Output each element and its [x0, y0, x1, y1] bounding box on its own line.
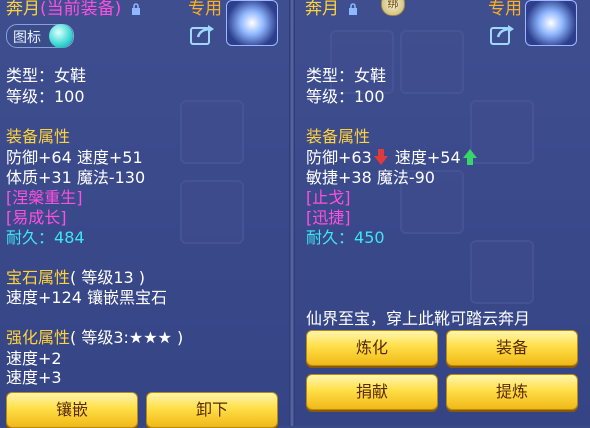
gem-line: 速度+124 镶嵌黑宝石 — [6, 288, 168, 307]
bound-badge: 绑 — [381, 0, 405, 16]
equip-button[interactable]: 装备 — [446, 330, 578, 366]
avatar-icon — [226, 0, 278, 46]
donate-button[interactable]: 捐献 — [306, 374, 438, 410]
toggle-label: 图标 — [13, 30, 41, 46]
item-slogan: 仙界至宝，穿上此靴可踏云奔月 — [306, 309, 531, 328]
extract-button[interactable]: 提炼 — [446, 374, 578, 410]
item-name: 奔月 — [6, 0, 40, 19]
durability-label: 耐久： — [6, 228, 55, 247]
durability-label-right: 耐久： — [306, 228, 355, 247]
durability-line: 耐久：484 — [6, 224, 85, 248]
durability-value: 484 — [54, 228, 85, 247]
avatar-icon — [525, 0, 577, 46]
item-title-right: 奔月 — [305, 0, 358, 19]
enhance-line-2: 速度+3 — [6, 368, 62, 387]
level-line: 等级：100 — [6, 87, 85, 106]
refine-button[interactable]: 炼化 — [306, 330, 438, 366]
durability-value-right: 450 — [354, 228, 385, 247]
icon-toggle[interactable]: 图标 — [6, 24, 74, 48]
bound-badge-label: 绑 — [387, 0, 399, 10]
inlay-button[interactable]: 镶嵌 — [6, 392, 138, 428]
item-title: 奔月(当前装备) — [6, 0, 141, 19]
arrow-up-icon — [462, 149, 477, 165]
exclusive-tag-right: 专用 — [488, 0, 522, 19]
durability-line-right: 耐久：450 — [306, 224, 385, 248]
current-equipment-panel: 奔月(当前装备) 专用 图标 类型：女鞋 等级：100 装备属性 防御+64 速… — [0, 0, 289, 428]
exclusive-tag: 专用 — [188, 0, 222, 19]
lock-icon — [131, 3, 140, 15]
item-name-right: 奔月 — [305, 0, 339, 19]
item-subtitle: (当前装备) — [40, 0, 122, 19]
enhance-level: ( 等级3:★★★ ) — [70, 328, 184, 347]
compare-equipment-panel: 奔月 专用 类型：女鞋 等级：100 装备属性 防御+63 速度+54 敏捷+3… — [295, 0, 590, 426]
share-icon[interactable] — [490, 22, 516, 46]
unequip-button[interactable]: 卸下 — [146, 392, 278, 428]
arrow-down-icon — [373, 149, 388, 165]
level-line-right: 等级：100 — [306, 87, 385, 106]
share-icon[interactable] — [190, 22, 216, 46]
toggle-knob — [49, 24, 73, 48]
lock-icon — [349, 3, 358, 15]
